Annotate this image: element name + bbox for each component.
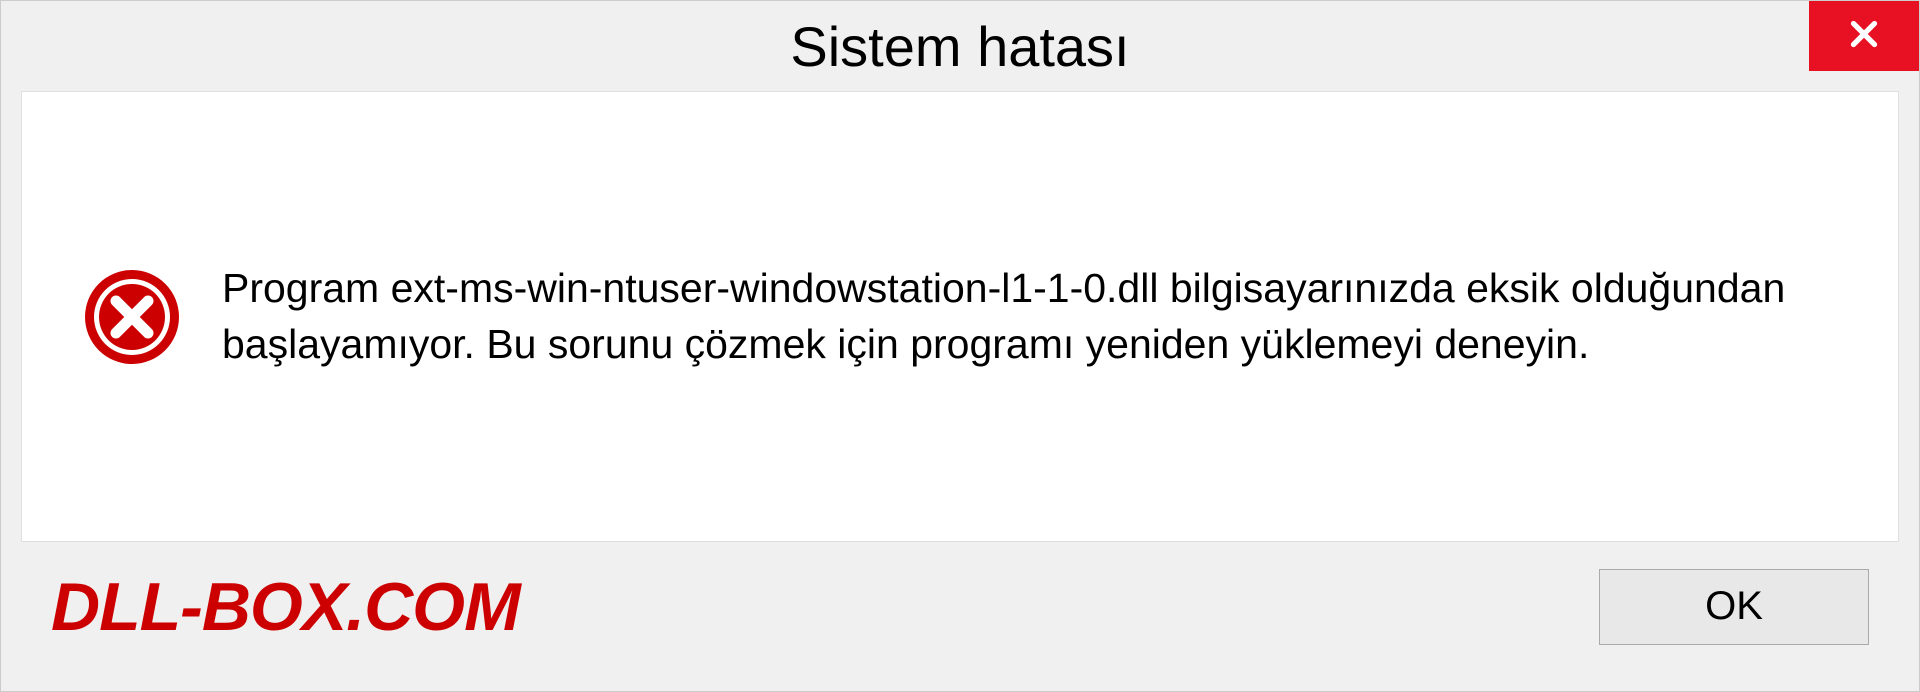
watermark-text: DLL-BOX.COM: [51, 568, 520, 646]
error-icon: [82, 267, 182, 367]
error-dialog: Sistem hatası Program ext-ms-win-ntuser-…: [0, 0, 1920, 692]
titlebar: Sistem hatası: [1, 1, 1919, 91]
footer: DLL-BOX.COM OK: [21, 541, 1899, 671]
ok-button[interactable]: OK: [1599, 569, 1869, 645]
dialog-title: Sistem hatası: [790, 14, 1129, 79]
error-message: Program ext-ms-win-ntuser-windowstation-…: [222, 261, 1838, 372]
close-icon: [1846, 16, 1882, 57]
close-button[interactable]: [1809, 1, 1919, 71]
content-area: Program ext-ms-win-ntuser-windowstation-…: [21, 91, 1899, 541]
